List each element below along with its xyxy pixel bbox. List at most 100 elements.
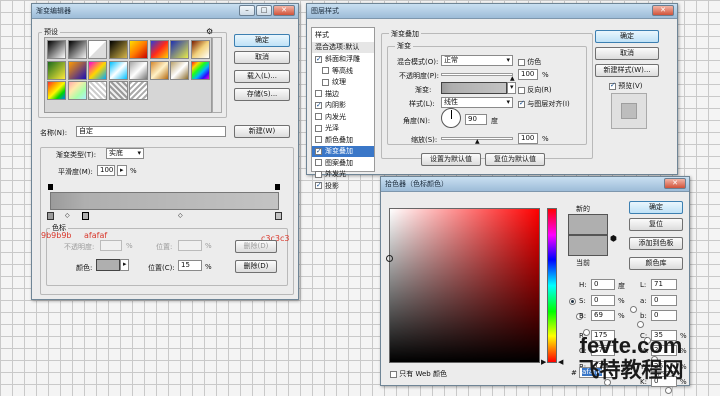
blend-mode-select[interactable]: 正常 <box>441 55 513 66</box>
color-stop-left[interactable] <box>47 212 54 220</box>
reset-button[interactable]: 复位 <box>629 218 683 231</box>
gradient-preset-swatch[interactable] <box>47 60 66 80</box>
hue-slider-left-arrow[interactable]: ▶ <box>541 358 546 366</box>
opacity-stop-left[interactable] <box>48 184 53 190</box>
gradient-preset-swatch[interactable] <box>190 60 210 80</box>
presets-scrollbar[interactable] <box>212 37 222 113</box>
gradient-preset-swatch[interactable] <box>149 60 169 80</box>
gradient-preset-swatch[interactable] <box>170 60 189 80</box>
midpoint-marker[interactable]: ◇ <box>65 212 70 219</box>
style-item-checkbox[interactable] <box>322 78 329 86</box>
style-item[interactable]: 图案叠加 <box>312 158 374 169</box>
style-item-checkbox[interactable] <box>315 54 322 65</box>
color-picker-titlebar[interactable]: 拾色器（色标颜色） ✕ <box>381 177 689 192</box>
load-button[interactable]: 载入(L)... <box>234 70 290 83</box>
color-location-input[interactable]: 15 <box>178 260 202 271</box>
color-field-input[interactable]: 69 <box>591 310 615 321</box>
color-mode-radio[interactable] <box>665 387 672 394</box>
gradient-preset-swatch[interactable] <box>88 81 107 100</box>
gradient-preset-swatch[interactable] <box>108 40 128 59</box>
layer-style-titlebar[interactable]: 图层样式 ✕ <box>307 4 677 19</box>
dither-checkbox[interactable] <box>518 58 525 66</box>
blend-options-item[interactable]: 混合选项:默认 <box>312 42 374 53</box>
color-stop-right[interactable] <box>275 212 282 220</box>
gradient-preset-swatch[interactable] <box>67 81 87 100</box>
cancel-button[interactable]: 取消 <box>595 47 659 60</box>
style-item[interactable]: 投影 <box>312 180 374 192</box>
reverse-option[interactable]: 反向(R) <box>518 85 552 95</box>
ok-button[interactable]: 确定 <box>595 30 659 43</box>
reverse-checkbox[interactable] <box>518 86 525 94</box>
gradient-preset-swatch[interactable] <box>129 40 148 59</box>
align-checkbox[interactable] <box>518 99 525 108</box>
style-item[interactable]: 渐变叠加 <box>312 146 374 157</box>
color-field-cursor[interactable] <box>386 255 393 262</box>
save-button[interactable]: 存储(S)... <box>234 88 290 101</box>
style-item-checkbox[interactable] <box>322 67 329 74</box>
ok-button[interactable]: 确定 <box>234 34 290 47</box>
minimize-icon[interactable]: – <box>239 5 255 16</box>
gradient-preset-swatch[interactable] <box>108 60 128 80</box>
reset-default-button[interactable]: 复位为默认值 <box>485 153 545 166</box>
preview-option[interactable]: 预览(V) <box>609 81 643 91</box>
style-select[interactable]: 线性 <box>441 97 513 108</box>
cancel-button[interactable]: 取消 <box>234 51 290 64</box>
style-item-checkbox[interactable] <box>315 100 322 111</box>
style-item[interactable]: 等高线 <box>312 66 374 77</box>
add-to-swatches-button[interactable]: 添加到色板 <box>629 237 683 250</box>
opacity-stop-right[interactable] <box>275 184 280 190</box>
gradient-bar[interactable] <box>50 192 279 210</box>
style-item-checkbox[interactable] <box>315 170 322 178</box>
style-item-checkbox[interactable] <box>315 113 322 120</box>
close-icon[interactable]: ✕ <box>664 178 686 189</box>
opacity-slider[interactable] <box>441 73 513 76</box>
gradient-preset-swatch[interactable] <box>170 40 189 59</box>
color-mode-radio[interactable] <box>630 305 637 313</box>
gradient-preset-swatch[interactable] <box>47 81 66 100</box>
style-item[interactable]: 描边 <box>312 89 374 100</box>
web-only-option[interactable]: 只有 Web 颜色 <box>390 369 447 379</box>
gradient-preset-swatch[interactable] <box>129 60 148 80</box>
gradient-preset-swatch[interactable] <box>108 81 128 100</box>
close-icon[interactable]: ✕ <box>652 5 674 16</box>
gradient-editor-titlebar[interactable]: 渐变编辑器 – □ ✕ <box>32 4 298 19</box>
current-color-swatch[interactable] <box>568 235 608 256</box>
color-libraries-button[interactable]: 颜色库 <box>629 257 683 270</box>
opacity-input[interactable]: 100 <box>518 69 538 80</box>
new-gradient-button[interactable]: 新建(W) <box>234 125 290 138</box>
color-field-input[interactable]: 71 <box>651 279 677 290</box>
stop-color-dropdown[interactable]: ▸ <box>120 259 129 271</box>
style-item[interactable]: 光泽 <box>312 123 374 134</box>
gradient-preset-swatch[interactable] <box>88 40 107 59</box>
style-item[interactable]: 斜面和浮雕 <box>312 54 374 65</box>
set-default-button[interactable]: 设置为默认值 <box>421 153 481 166</box>
smooth-dropdown[interactable]: ▸ <box>117 165 127 176</box>
smooth-input[interactable]: 100 <box>97 165 115 176</box>
color-field-input[interactable]: 0 <box>651 294 677 306</box>
style-item[interactable]: 外发光 <box>312 169 374 180</box>
style-item-checkbox[interactable] <box>315 180 322 191</box>
style-item-checkbox[interactable] <box>315 146 322 157</box>
angle-input[interactable]: 90 <box>465 114 487 125</box>
color-mode-radio[interactable] <box>569 297 576 305</box>
preview-checkbox[interactable] <box>609 81 616 90</box>
color-field-input[interactable]: 0 <box>591 279 615 290</box>
style-item[interactable]: 内阴影 <box>312 100 374 111</box>
color-mode-radio[interactable] <box>637 321 644 328</box>
gradient-preset-swatch[interactable] <box>47 40 66 59</box>
gradient-preset-swatch[interactable] <box>67 40 87 59</box>
scale-input[interactable]: 100 <box>518 133 538 144</box>
styles-header[interactable]: 样式 <box>312 30 374 41</box>
color-stop-selected[interactable] <box>82 212 89 220</box>
cube-icon[interactable]: ⬢ <box>610 234 617 243</box>
color-field-input[interactable]: 0 <box>651 310 677 321</box>
new-style-button[interactable]: 新建样式(W)... <box>595 64 659 77</box>
gear-icon[interactable]: ⚙ <box>206 27 213 36</box>
midpoint-marker[interactable]: ◇ <box>178 212 183 219</box>
gradient-preset-swatch[interactable] <box>129 81 148 100</box>
style-item-checkbox[interactable] <box>315 136 322 143</box>
style-item-checkbox[interactable] <box>315 159 322 166</box>
color-delete-button[interactable]: 删除(D) <box>235 260 277 273</box>
stop-color-swatch[interactable] <box>96 259 120 271</box>
style-item-checkbox[interactable] <box>315 124 322 132</box>
